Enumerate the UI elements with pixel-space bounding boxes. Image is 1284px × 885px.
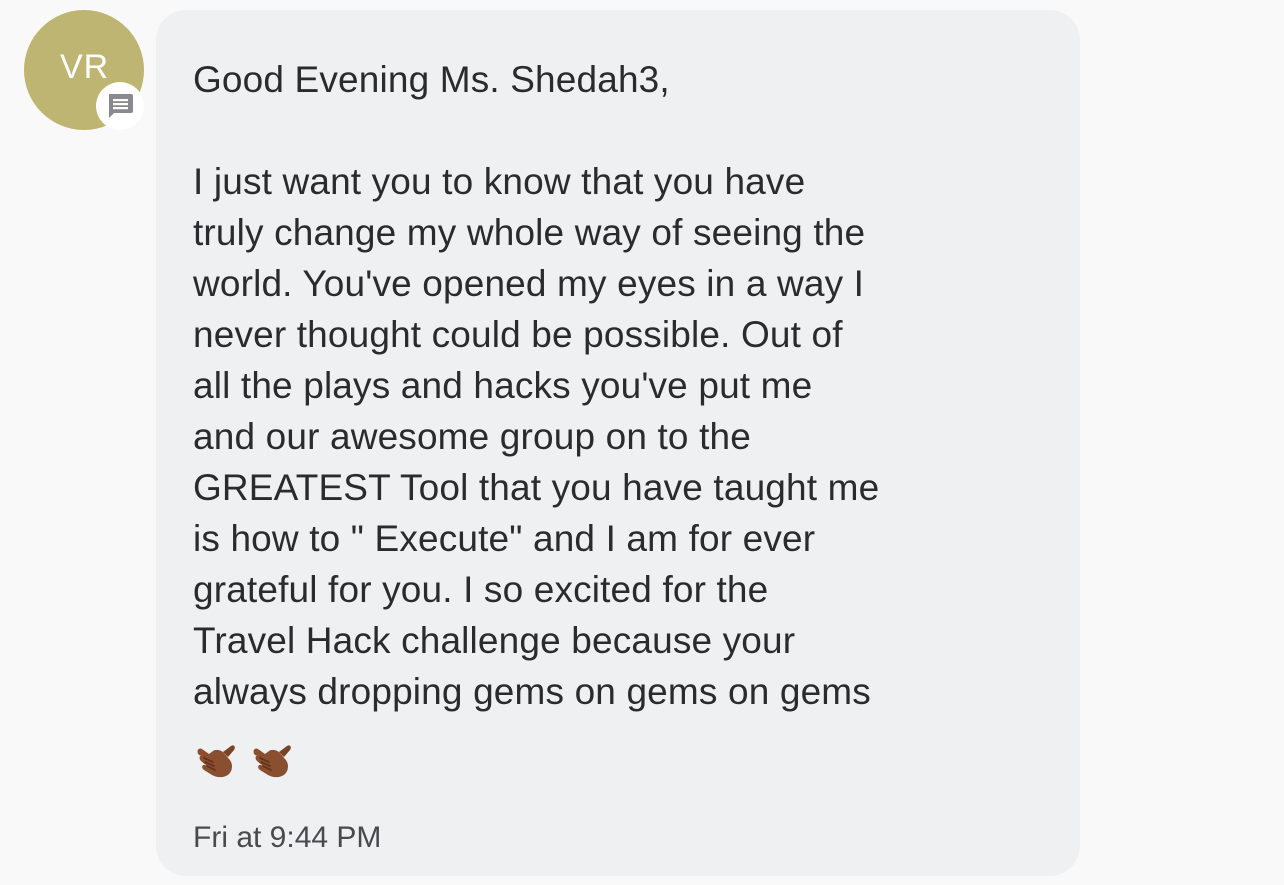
message-body: I just want you to know that you have tr… [193,156,1050,717]
message-line: grateful for you. I so excited for the [193,569,769,610]
message-line: never thought could be possible. Out of [193,314,843,355]
avatar-initials: VR [60,48,110,86]
message-bubble[interactable]: Good Evening Ms. Shedah3, I just want yo… [156,10,1080,876]
message-line: I just want you to know that you have [193,161,806,202]
message-line: Travel Hack challenge because your [193,620,796,661]
message-line: and our awesome group on to the [193,416,751,457]
call-me-hand-emoji [197,745,235,778]
message-line: is how to " Execute" and I am for ever [193,518,816,559]
message-icon [109,94,133,118]
message-line: truly change my whole way of seeing the [193,212,866,253]
message-line: all the plays and hacks you've put me [193,365,813,406]
message-greeting: Good Evening Ms. Shedah3, [193,59,670,100]
message-badge [96,82,144,130]
message-thread: VR Good Evening Ms. Shedah3, I just want… [0,0,1284,885]
call-me-hand-emoji [253,745,291,778]
emoji-row [193,737,1050,785]
message-line: GREATEST Tool that you have taught me [193,467,880,508]
message-line: world. You've opened my eyes in a way I [193,263,865,304]
message-line: always dropping gems on gems on gems [193,671,871,712]
message-timestamp: Fri at 9:44 PM [193,821,382,854]
